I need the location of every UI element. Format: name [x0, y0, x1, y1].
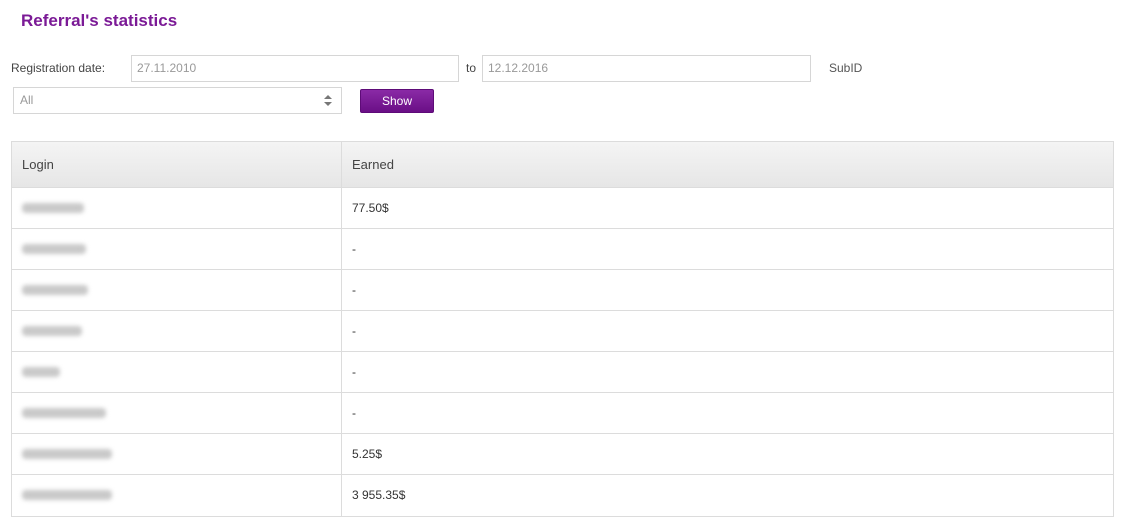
blurred-login — [22, 243, 86, 254]
table-header: Login Earned — [12, 142, 1113, 188]
date-from-input[interactable]: 27.11.2010 — [131, 55, 459, 82]
earned-cell: 77.50$ — [352, 201, 389, 215]
login-cell — [12, 352, 342, 392]
earned-cell: - — [352, 406, 356, 420]
earned-cell: - — [352, 242, 356, 256]
login-cell — [12, 311, 342, 351]
subid-select-value: All — [20, 93, 34, 107]
table-row: - — [12, 270, 1113, 311]
blurred-login — [22, 284, 88, 295]
blurred-login — [22, 202, 84, 213]
table-row: 3 955.35$ — [12, 475, 1113, 516]
blurred-login — [22, 448, 112, 459]
earned-cell: 3 955.35$ — [352, 488, 406, 502]
to-label: to — [466, 61, 477, 75]
subid-label: SubID — [829, 61, 863, 75]
page-title: Referral's statistics — [21, 11, 178, 30]
select-arrows-icon — [323, 93, 333, 108]
login-cell — [12, 270, 342, 310]
login-cell — [12, 393, 342, 433]
table-row: - — [12, 393, 1113, 434]
table-row: - — [12, 229, 1113, 270]
subid-select[interactable]: All — [13, 87, 342, 114]
table-row: 5.25$ — [12, 434, 1113, 475]
registration-date-label: Registration date: — [11, 61, 106, 75]
table-body: 77.50$ - - - - - 5.25$ 3 955.35$ — [12, 188, 1113, 516]
referral-statistics-page: Referral's statistics Registration date:… — [0, 0, 1125, 526]
blurred-login — [22, 325, 82, 336]
table-row: - — [12, 352, 1113, 393]
date-to-input[interactable]: 12.12.2016 — [482, 55, 811, 82]
table-row: - — [12, 311, 1113, 352]
column-header-earned: Earned — [352, 157, 394, 172]
referrals-table: Login Earned 77.50$ - - - - - 5.25$ 3 955.35$ — [11, 141, 1114, 517]
table-row: 77.50$ — [12, 188, 1113, 229]
earned-cell: - — [352, 283, 356, 297]
blurred-login — [22, 489, 112, 500]
earned-cell: 5.25$ — [352, 447, 383, 461]
login-cell — [12, 229, 342, 269]
column-header-login: Login — [12, 142, 342, 187]
login-cell — [12, 188, 342, 228]
show-button[interactable]: Show — [360, 89, 434, 113]
blurred-login — [22, 407, 106, 418]
earned-cell: - — [352, 365, 356, 379]
login-cell — [12, 434, 342, 474]
earned-cell: - — [352, 324, 356, 338]
login-cell — [12, 475, 342, 516]
blurred-login — [22, 366, 60, 377]
